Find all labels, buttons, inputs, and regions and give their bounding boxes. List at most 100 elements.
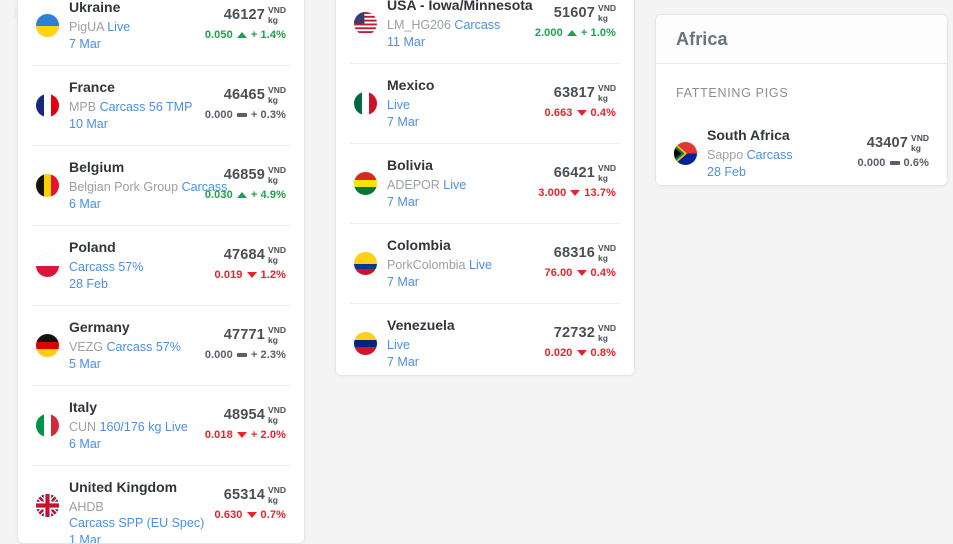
row-spec[interactable]: Live bbox=[387, 97, 522, 113]
row-date[interactable]: 1 Mar bbox=[69, 532, 192, 544]
per-unit-label: kg bbox=[268, 16, 286, 26]
row-source: ADEPOR bbox=[387, 178, 440, 192]
row-source-spec[interactable]: PorkColombia Live bbox=[387, 257, 522, 273]
row-spec[interactable]: 160/176 kg Live bbox=[100, 420, 188, 434]
row-price-block: 43407VNDkg0.0000.6% bbox=[835, 125, 929, 169]
row-date[interactable]: 6 Mar bbox=[69, 196, 192, 213]
row-date[interactable]: 10 Mar bbox=[69, 116, 192, 133]
row-source-spec[interactable]: ADEPOR Live bbox=[387, 177, 522, 193]
row-price-block: 47684VNDkg0.0191.2% bbox=[192, 237, 286, 281]
row-source: AHDB bbox=[69, 499, 192, 515]
arrow-down-icon bbox=[577, 270, 587, 276]
country-name: Mexico bbox=[387, 77, 522, 94]
row-source-spec[interactable]: Belgian Pork Group Carcass bbox=[69, 179, 192, 195]
arrow-up-icon bbox=[237, 192, 247, 198]
delta-value: 3.000 bbox=[538, 187, 566, 199]
row-spec[interactable]: Carcass bbox=[454, 18, 500, 32]
delta-value: 0.019 bbox=[214, 269, 242, 281]
price-unit: VNDkg bbox=[598, 324, 616, 343]
colombia-flag bbox=[354, 252, 377, 275]
price-unit: VNDkg bbox=[268, 166, 286, 185]
row-date[interactable]: 7 Mar bbox=[387, 194, 522, 211]
price-value: 51607 bbox=[554, 5, 595, 21]
price-row[interactable]: FranceMPB Carcass 56 TMP10 Mar46465VNDkg… bbox=[32, 65, 290, 145]
africa-price-card: Africa FATTENING PIGS South AfricaSappo … bbox=[655, 14, 948, 186]
row-date[interactable]: 7 Mar bbox=[387, 114, 522, 131]
row-source: MPB bbox=[69, 100, 96, 114]
row-spec[interactable]: Live bbox=[387, 337, 522, 353]
country-name: Belgium bbox=[69, 159, 192, 176]
price-delta: 3.00013.7% bbox=[522, 187, 616, 199]
row-spec[interactable]: Carcass 57% bbox=[69, 259, 192, 275]
bolivia-flag bbox=[354, 172, 377, 195]
row-date[interactable]: 28 Feb bbox=[69, 276, 192, 293]
africa-card-body: FATTENING PIGS South AfricaSappo Carcass… bbox=[656, 64, 947, 186]
row-source-spec[interactable]: LM_HG206 Carcass bbox=[387, 17, 522, 33]
row-source-spec[interactable]: Sappo Carcass bbox=[707, 147, 835, 163]
mexico-flag bbox=[354, 92, 377, 115]
price-value: 48954 bbox=[224, 407, 265, 423]
delta-value: 0.018 bbox=[205, 429, 233, 441]
price-row[interactable]: MexicoLive7 Mar63817VNDkg0.6630.4% bbox=[350, 63, 620, 143]
price-row[interactable]: PolandCarcass 57%28 Feb47684VNDkg0.0191.… bbox=[32, 225, 290, 305]
price-row[interactable]: UkrainePigUA Live7 Mar46127VNDkg0.050+ 1… bbox=[32, 0, 290, 65]
price-row[interactable]: United KingdomAHDBCarcass SPP (EU Spec)1… bbox=[32, 465, 290, 544]
price-row[interactable]: BoliviaADEPOR Live7 Mar66421VNDkg3.00013… bbox=[350, 143, 620, 223]
row-info: Belgium Belgian Pork Group Carcass6 Mar bbox=[69, 157, 192, 213]
per-unit-label: kg bbox=[268, 336, 286, 346]
row-spec[interactable]: Carcass SPP (EU Spec) bbox=[69, 515, 192, 531]
row-info: South AfricaSappo Carcass28 Feb bbox=[707, 125, 835, 181]
price-delta: 0.630 0.7% bbox=[192, 509, 286, 521]
row-price-block: 72732VNDkg0.0200.8% bbox=[522, 315, 616, 359]
arrow-down-icon bbox=[577, 110, 587, 116]
price-unit: VNDkg bbox=[268, 246, 286, 265]
price-row[interactable]: ColombiaPorkColombia Live7 Mar68316VNDkg… bbox=[350, 223, 620, 303]
south-africa-flag bbox=[674, 142, 697, 165]
row-info: United KingdomAHDBCarcass SPP (EU Spec)1… bbox=[69, 477, 192, 544]
row-spec[interactable]: Carcass 56 TMP bbox=[100, 100, 193, 114]
price-row[interactable]: Belgium Belgian Pork Group Carcass6 Mar 46… bbox=[32, 145, 290, 225]
row-source-spec[interactable]: CUN 160/176 kg Live bbox=[69, 419, 192, 435]
price-unit: VNDkg bbox=[268, 486, 286, 505]
row-source-spec[interactable]: MPB Carcass 56 TMP bbox=[69, 99, 192, 115]
row-info: GermanyVEZG Carcass 57%5 Mar bbox=[69, 317, 192, 373]
delta-value: 0.663 bbox=[544, 107, 572, 119]
delta-value: 0.630 bbox=[214, 509, 242, 521]
row-price-block: 47771VNDkg0.000+ 2.3% bbox=[192, 317, 286, 361]
dash-flat-icon bbox=[237, 353, 247, 357]
row-date[interactable]: 28 Feb bbox=[707, 164, 835, 181]
row-spec[interactable]: Carcass 57% bbox=[107, 340, 181, 354]
row-spec[interactable]: Live bbox=[107, 20, 130, 34]
price-delta: 0.000+ 0.3% bbox=[192, 109, 286, 121]
row-source-spec[interactable]: VEZG Carcass 57% bbox=[69, 339, 192, 355]
price-row[interactable]: ItalyCUN 160/176 kg Live6 Mar48954VNDkg0… bbox=[32, 385, 290, 465]
per-unit-label: kg bbox=[598, 94, 616, 104]
row-date[interactable]: 6 Mar bbox=[69, 436, 192, 453]
price-row[interactable]: USA - Iowa/MinnesotaLM_HG206 Carcass11 M… bbox=[350, 0, 620, 63]
price-value: 43407 bbox=[867, 135, 908, 151]
country-name: Poland bbox=[69, 239, 192, 256]
italy-flag bbox=[36, 414, 59, 437]
delta-percent: 0.7% bbox=[261, 509, 286, 521]
row-spec[interactable]: Carcass bbox=[747, 148, 793, 162]
price-value: 46127 bbox=[224, 7, 265, 23]
price-value: 46859 bbox=[224, 167, 265, 183]
row-spec[interactable]: Live bbox=[443, 178, 466, 192]
row-price-block: 66421VNDkg3.00013.7% bbox=[522, 155, 616, 199]
price-row[interactable]: South AfricaSappo Carcass28 Feb43407VNDk… bbox=[670, 114, 933, 186]
row-date[interactable]: 11 Mar bbox=[387, 34, 522, 51]
row-date[interactable]: 7 Mar bbox=[387, 354, 522, 371]
row-date[interactable]: 7 Mar bbox=[387, 274, 522, 291]
row-spec[interactable]: Live bbox=[469, 258, 492, 272]
row-date[interactable]: 5 Mar bbox=[69, 356, 192, 373]
pig-price-dashboard: UkrainePigUA Live7 Mar46127VNDkg0.050+ 1… bbox=[0, 0, 953, 527]
price-row[interactable]: VenezuelaLive7 Mar72732VNDkg0.0200.8% bbox=[350, 303, 620, 376]
row-info: USA - Iowa/MinnesotaLM_HG206 Carcass11 M… bbox=[387, 0, 522, 51]
row-date[interactable]: 7 Mar bbox=[69, 36, 192, 53]
price-row[interactable]: GermanyVEZG Carcass 57%5 Mar47771VNDkg0.… bbox=[32, 305, 290, 385]
delta-percent: 0.4% bbox=[591, 267, 616, 279]
row-source-spec[interactable]: PigUA Live bbox=[69, 19, 192, 35]
price-unit: VNDkg bbox=[268, 406, 286, 425]
price-delta: 0.0191.2% bbox=[192, 269, 286, 281]
poland-flag bbox=[36, 254, 59, 277]
